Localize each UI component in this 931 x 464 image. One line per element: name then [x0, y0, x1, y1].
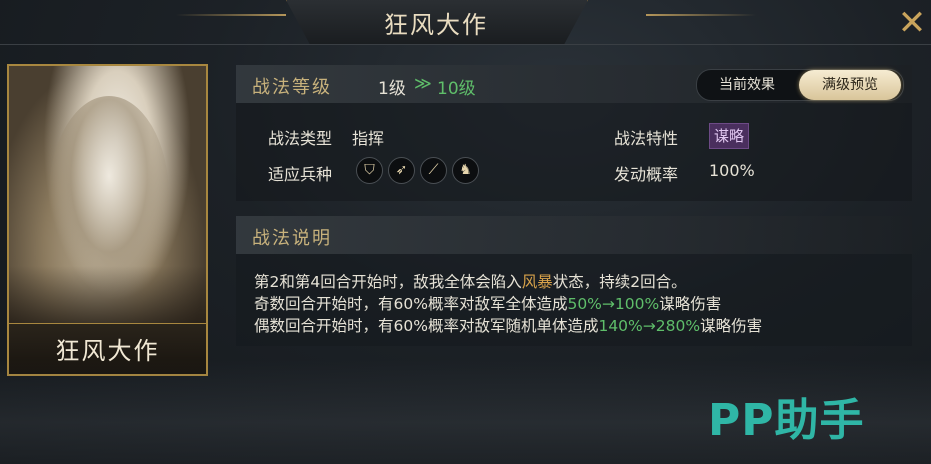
type-label: 战法类型 — [268, 129, 333, 148]
damage-range: 50%→100% — [567, 295, 660, 313]
title-ornament-left — [176, 14, 286, 16]
skill-card-art: 狂风大作 — [7, 64, 208, 376]
storm-keyword: 风暴 — [521, 273, 553, 291]
troops-label: 适应兵种 — [268, 165, 333, 184]
description-line-1: 第2和第4回合开始时，敌我全体会陷入风暴状态，持续2回合。 — [254, 273, 687, 291]
level-label: 战法等级 — [252, 77, 332, 98]
rate-label: 发动概率 — [614, 165, 679, 184]
tab-current-effect[interactable]: 当前效果 — [697, 70, 797, 100]
watermark-logo: PP助手 — [708, 395, 865, 446]
effect-toggle: 当前效果 满级预览 — [696, 69, 904, 101]
description-line-2: 奇数回合开始时，有60%概率对敌军全体造成50%→100%谋略伤害 — [254, 295, 722, 313]
description-header — [236, 216, 912, 254]
window-title: 狂风大作 — [384, 11, 488, 39]
rate-value: 100% — [709, 161, 755, 180]
level-max: 10级 — [437, 79, 476, 99]
level-arrow-icon: ≫ — [414, 74, 432, 94]
trait-badge: 谋略 — [709, 123, 750, 149]
type-value: 指挥 — [352, 129, 385, 148]
horse-icon: ♞ — [452, 157, 479, 184]
bow-icon: ➶ — [388, 157, 415, 184]
trait-label: 战法特性 — [614, 129, 679, 148]
shield-icon: ⛉ — [356, 157, 383, 184]
title-ornament-right — [646, 14, 756, 16]
level-current: 1级 — [378, 79, 406, 99]
close-icon[interactable]: ✕ — [896, 6, 928, 40]
damage-range: 140%→280% — [598, 317, 701, 335]
description-line-3: 偶数回合开始时，有60%概率对敌军随机单体造成140%→280%谋略伤害 — [254, 317, 763, 335]
divider — [0, 44, 931, 45]
spear-icon: ⟋ — [420, 157, 447, 184]
description-title: 战法说明 — [252, 228, 332, 249]
tab-max-preview[interactable]: 满级预览 — [799, 70, 901, 100]
